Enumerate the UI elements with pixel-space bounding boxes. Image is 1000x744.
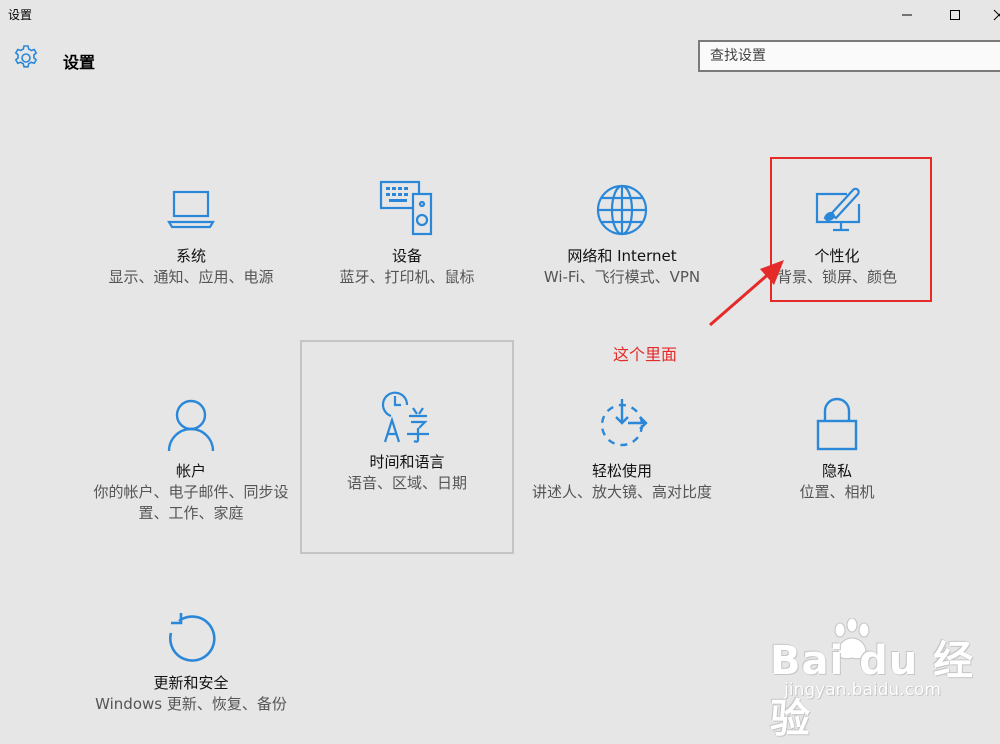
tile-description: 你的帐户、电子邮件、同步设置、工作、家庭 xyxy=(93,483,289,522)
minimize-button[interactable] xyxy=(884,2,930,28)
tile-time-language[interactable]: 时间和语言 语音、区域、日期 xyxy=(300,340,514,554)
time-language-icon xyxy=(377,386,437,446)
annotation-arrow-icon xyxy=(709,260,784,327)
tile-description: 讲述人、放大镜、高对比度 xyxy=(531,483,712,501)
tile-privacy[interactable]: 隐私 位置、相机 xyxy=(730,385,944,599)
close-icon xyxy=(993,9,1000,21)
tile-title: 轻松使用 xyxy=(591,462,652,480)
tile-title: 帐户 xyxy=(175,462,206,480)
tile-title: 更新和安全 xyxy=(153,674,229,692)
tile-system[interactable]: 系统 显示、通知、应用、电源 xyxy=(84,170,298,384)
tile-description: Wi-Fi、飞行模式、VPN xyxy=(543,268,701,286)
search-input[interactable] xyxy=(700,42,1000,70)
tile-update-security[interactable]: 更新和安全 Windows 更新、恢复、备份 xyxy=(84,597,298,729)
tile-ease-of-access[interactable]: 轻松使用 讲述人、放大镜、高对比度 xyxy=(515,385,729,599)
close-button[interactable] xyxy=(976,2,1000,28)
gear-icon xyxy=(12,44,40,72)
tile-title: 系统 xyxy=(175,247,206,265)
laptop-icon xyxy=(161,180,221,240)
ease-of-access-icon xyxy=(592,395,652,455)
tile-description: Windows 更新、恢复、备份 xyxy=(95,695,287,713)
devices-icon xyxy=(377,180,437,240)
tile-description: 位置、相机 xyxy=(799,483,875,501)
tile-title: 网络和 Internet xyxy=(567,247,677,265)
tile-accounts[interactable]: 帐户 你的帐户、电子邮件、同步设置、工作、家庭 xyxy=(84,385,298,599)
refresh-icon xyxy=(161,607,221,667)
tile-title: 时间和语言 xyxy=(369,453,445,471)
maximize-icon xyxy=(950,10,960,20)
person-icon xyxy=(161,395,221,455)
lock-icon xyxy=(807,395,867,455)
search-box[interactable] xyxy=(698,40,1000,72)
tile-title: 设备 xyxy=(391,247,422,265)
tile-description: 蓝牙、打印机、鼠标 xyxy=(339,268,475,286)
window-title: 设置 xyxy=(8,8,33,22)
maximize-button[interactable] xyxy=(932,2,978,28)
annotation-highlight-box xyxy=(770,157,932,302)
tile-title: 隐私 xyxy=(821,462,852,480)
watermark: Bai du 经验 jingyan.baidu.com xyxy=(760,614,1000,742)
page-title: 设置 xyxy=(63,53,96,72)
minimize-icon xyxy=(902,14,912,16)
tile-description: 语音、区域、日期 xyxy=(346,474,467,492)
tile-description: 显示、通知、应用、电源 xyxy=(108,268,274,286)
watermark-url: jingyan.baidu.com xyxy=(784,680,941,700)
annotation-text: 这个里面 xyxy=(613,345,678,364)
globe-icon xyxy=(592,180,652,240)
